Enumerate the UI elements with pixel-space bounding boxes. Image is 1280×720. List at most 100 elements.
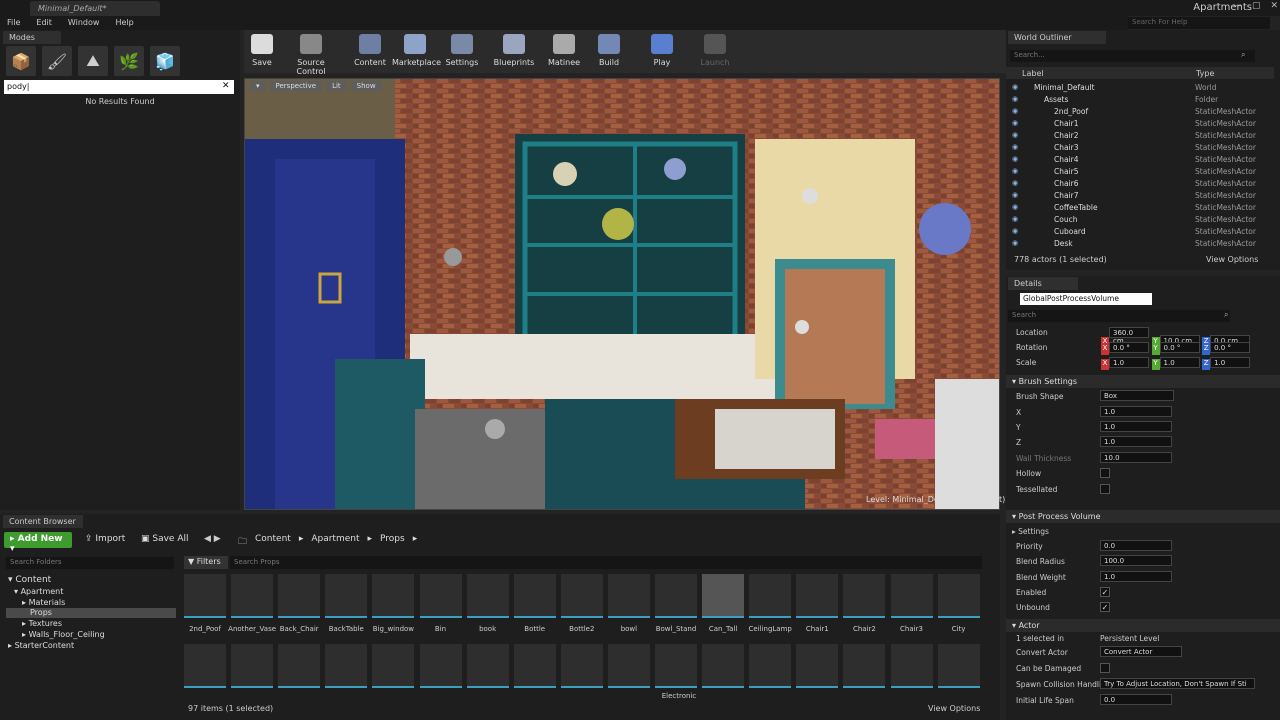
- content-browser-tab[interactable]: Content Browser: [3, 515, 83, 528]
- tree-item-walls[interactable]: ▸ Walls_Floor_Ceiling: [22, 630, 105, 639]
- menu-window[interactable]: Window: [68, 16, 100, 30]
- asset-thumbnail[interactable]: [749, 644, 792, 688]
- asset-thumbnail[interactable]: [843, 644, 886, 688]
- brush-z-field[interactable]: 1.0: [1100, 436, 1172, 447]
- outliner-view-options[interactable]: View Options: [1206, 255, 1258, 264]
- brush-y-field[interactable]: 1.0: [1100, 421, 1172, 432]
- save-button[interactable]: Save: [239, 32, 285, 72]
- asset-thumbnail[interactable]: [231, 644, 274, 688]
- crumb-props[interactable]: Props: [380, 534, 405, 550]
- eye-icon[interactable]: ◉: [1012, 119, 1018, 127]
- unbound-checkbox[interactable]: ✓: [1100, 602, 1110, 612]
- eye-icon[interactable]: ◉: [1012, 95, 1018, 103]
- marketplace-button[interactable]: Marketplace: [392, 32, 441, 72]
- asset-thumbnail[interactable]: [749, 574, 792, 618]
- outliner-row[interactable]: ◉ Chair3 StaticMeshActor: [1010, 142, 1264, 154]
- eye-icon[interactable]: ◉: [1012, 143, 1018, 151]
- asset-thumbnail[interactable]: [560, 574, 603, 618]
- tessellated-checkbox[interactable]: [1100, 484, 1110, 494]
- asset-thumbnail[interactable]: [655, 644, 697, 688]
- details-search-input[interactable]: Search: [1008, 310, 1230, 322]
- outliner-row[interactable]: ◉ Chair6 StaticMeshActor: [1010, 178, 1264, 190]
- outliner-row[interactable]: ◉ Desk StaticMeshActor: [1010, 238, 1264, 250]
- save-all-button[interactable]: ▣ Save All: [136, 532, 194, 548]
- menu-file[interactable]: File: [7, 16, 20, 30]
- source-control-button[interactable]: Source Control: [283, 32, 339, 76]
- asset-thumbnail[interactable]: [325, 574, 368, 618]
- asset-thumbnail[interactable]: [278, 574, 321, 618]
- asset-thumbnail[interactable]: [513, 574, 556, 618]
- help-search-input[interactable]: Search For Help: [1128, 17, 1270, 29]
- asset-thumbnail[interactable]: [419, 644, 462, 688]
- foliage-mode-icon[interactable]: 🌿: [114, 46, 144, 76]
- maximize-icon[interactable]: ▢: [1252, 1, 1261, 11]
- asset-thumbnail[interactable]: [607, 574, 650, 618]
- initial-life-span-field[interactable]: 0.0: [1100, 694, 1172, 705]
- tree-item-apartment[interactable]: ▾ Apartment: [14, 587, 63, 596]
- brush-x-field[interactable]: 1.0: [1100, 406, 1172, 417]
- menu-help[interactable]: Help: [115, 16, 133, 30]
- asset-thumbnail[interactable]: [796, 574, 839, 618]
- filters-button[interactable]: ▼ Filters: [184, 556, 228, 569]
- spawn-collision-select[interactable]: Try To Adjust Location, Don't Spawn If S…: [1100, 678, 1255, 689]
- col-type[interactable]: Type: [1196, 69, 1214, 78]
- asset-thumbnail[interactable]: [702, 574, 745, 618]
- perspective-button[interactable]: Perspective: [269, 81, 323, 91]
- convert-actor-select[interactable]: Convert Actor: [1100, 646, 1182, 657]
- world-outliner-tab[interactable]: World Outliner: [1008, 31, 1106, 44]
- outliner-row[interactable]: ◉ Couch StaticMeshActor: [1010, 214, 1264, 226]
- tree-item-content[interactable]: ▾ Content: [8, 575, 51, 585]
- asset-thumbnail[interactable]: [655, 574, 697, 618]
- scale-z-field[interactable]: 1.0: [1210, 357, 1251, 368]
- asset-thumbnail[interactable]: [560, 644, 603, 688]
- wall-thickness-field[interactable]: 10.0: [1100, 452, 1172, 463]
- tree-item-materials[interactable]: ▸ Materials: [22, 598, 65, 607]
- tree-item-starter-content[interactable]: ▸ StarterContent: [8, 641, 74, 650]
- asset-thumbnail[interactable]: [843, 574, 886, 618]
- asset-thumbnail[interactable]: [796, 644, 839, 688]
- crumb-apartment[interactable]: Apartment: [311, 534, 359, 550]
- eye-icon[interactable]: ◉: [1012, 215, 1018, 223]
- actor-section[interactable]: ▾ Actor: [1006, 619, 1280, 632]
- eye-icon[interactable]: ◉: [1012, 179, 1018, 187]
- outliner-row[interactable]: ◉ Chair2 StaticMeshActor: [1010, 130, 1264, 142]
- outliner-row[interactable]: ◉ CoffeeTable StaticMeshActor: [1010, 202, 1264, 214]
- landscape-mode-icon[interactable]: ⛰: [78, 46, 108, 76]
- outliner-row[interactable]: ◉ Chair1 StaticMeshActor: [1010, 118, 1264, 130]
- asset-thumbnail[interactable]: [890, 644, 933, 688]
- viewport-menu-button[interactable]: ▾: [250, 81, 266, 91]
- rotation-z-field[interactable]: 0.0 °: [1210, 342, 1251, 353]
- modes-search-input[interactable]: pody|: [4, 80, 234, 94]
- tree-item-props[interactable]: Props: [30, 608, 52, 617]
- brush-settings-section[interactable]: ▾ Brush Settings: [1006, 375, 1280, 388]
- scale-y-field[interactable]: 1.0: [1159, 357, 1200, 368]
- asset-thumbnail[interactable]: [231, 574, 274, 618]
- show-button[interactable]: Show: [350, 81, 382, 91]
- eye-icon[interactable]: ◉: [1012, 131, 1018, 139]
- enabled-checkbox[interactable]: ✓: [1100, 587, 1110, 597]
- place-mode-icon[interactable]: 📦: [6, 46, 36, 76]
- outliner-row[interactable]: ◉ Cuboard StaticMeshActor: [1010, 226, 1264, 238]
- outliner-row[interactable]: ◉ Chair7 StaticMeshActor: [1010, 190, 1264, 202]
- lit-button[interactable]: Lit: [326, 81, 347, 91]
- post-process-volume-section[interactable]: ▾ Post Process Volume: [1006, 510, 1280, 523]
- scale-x-field[interactable]: 1.0: [1109, 357, 1149, 368]
- eye-icon[interactable]: ◉: [1012, 155, 1018, 163]
- asset-thumbnail[interactable]: [513, 644, 556, 688]
- close-icon[interactable]: ✕: [1270, 1, 1278, 11]
- crumb-content[interactable]: Content: [255, 534, 291, 550]
- document-tab[interactable]: Minimal_Default*: [30, 1, 160, 16]
- outliner-search-input[interactable]: Search...: [1010, 50, 1255, 62]
- matinee-button[interactable]: Matinee: [541, 32, 587, 72]
- eye-icon[interactable]: ◉: [1012, 83, 1018, 91]
- outliner-row[interactable]: ◉ Chair5 StaticMeshActor: [1010, 166, 1264, 178]
- level-viewport[interactable]: [244, 78, 1000, 510]
- location-x-field[interactable]: 360.0 cm: [1109, 327, 1149, 345]
- asset-search-input[interactable]: Search Props: [230, 556, 982, 569]
- asset-thumbnail[interactable]: [466, 574, 509, 618]
- settings-expander[interactable]: ▸ Settings: [1012, 527, 1049, 536]
- minimize-icon[interactable]: —: [1233, 1, 1242, 11]
- eye-icon[interactable]: ◉: [1012, 167, 1018, 175]
- paint-mode-icon[interactable]: 🖌: [42, 46, 72, 76]
- asset-thumbnail[interactable]: [325, 644, 368, 688]
